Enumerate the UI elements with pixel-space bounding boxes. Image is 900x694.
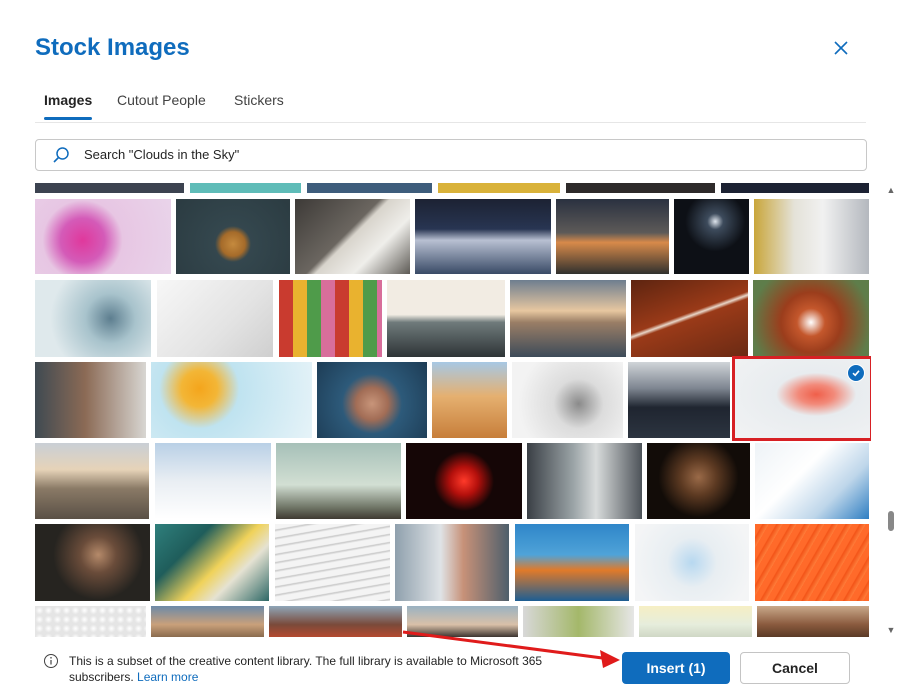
image-thumbnail[interactable] (35, 443, 149, 519)
image-thumbnail[interactable] (753, 280, 869, 357)
image-thumbnail[interactable] (35, 362, 146, 438)
image-thumbnail[interactable] (317, 362, 427, 438)
image-thumbnail-selected[interactable] (732, 356, 871, 441)
tab-cutout-people[interactable]: Cutout People (117, 90, 206, 120)
image-thumbnail[interactable] (151, 362, 312, 438)
learn-more-link[interactable]: Learn more (137, 670, 198, 684)
cancel-button[interactable]: Cancel (740, 652, 850, 684)
image-thumbnail[interactable] (157, 280, 273, 357)
close-icon (834, 41, 848, 55)
image-thumbnail[interactable] (395, 524, 509, 601)
image-thumbnail[interactable] (631, 280, 748, 357)
search-icon (52, 146, 70, 169)
image-thumbnail[interactable] (276, 443, 401, 519)
image-thumbnail[interactable] (438, 183, 560, 193)
image-thumbnail[interactable] (190, 183, 301, 193)
image-thumbnail[interactable] (406, 443, 522, 519)
image-thumbnail[interactable] (674, 199, 749, 274)
image-thumbnail[interactable] (755, 524, 869, 601)
image-thumbnail[interactable] (755, 443, 869, 519)
image-thumbnail[interactable] (628, 362, 730, 438)
image-thumbnail[interactable] (512, 362, 623, 438)
image-thumbnail[interactable] (510, 280, 626, 357)
image-thumbnail[interactable] (639, 606, 752, 637)
image-thumbnail[interactable] (155, 524, 269, 601)
image-thumbnail[interactable] (35, 280, 151, 357)
image-thumbnail[interactable] (515, 524, 629, 601)
image-thumbnail[interactable] (635, 524, 749, 601)
tab-images[interactable]: Images (44, 90, 93, 120)
image-thumbnail[interactable] (307, 183, 432, 193)
dialog-title: Stock Images (35, 34, 190, 61)
image-thumbnail[interactable] (387, 280, 505, 357)
close-button[interactable] (826, 34, 856, 62)
checkmark-icon (847, 364, 865, 382)
image-thumbnail[interactable] (566, 183, 715, 193)
image-thumbnail[interactable] (523, 606, 634, 637)
image-thumbnail[interactable] (757, 606, 869, 637)
scroll-up-icon[interactable]: ▲ (886, 185, 896, 195)
insert-button[interactable]: Insert (1) (622, 652, 730, 684)
image-thumbnail[interactable] (35, 183, 184, 193)
image-thumbnail[interactable] (407, 606, 518, 637)
image-thumbnail[interactable] (269, 606, 402, 637)
gallery-scrollbar[interactable]: ▲ ▼ (884, 183, 898, 637)
image-thumbnail[interactable] (527, 443, 642, 519)
scroll-down-icon[interactable]: ▼ (886, 625, 896, 635)
image-thumbnail[interactable] (279, 280, 382, 357)
image-thumbnail[interactable] (415, 199, 551, 274)
scroll-thumb[interactable] (888, 511, 894, 531)
image-thumbnail[interactable] (754, 199, 869, 274)
image-thumbnail[interactable] (35, 606, 146, 637)
search-placeholder: Search "Clouds in the Sky" (84, 147, 240, 162)
image-thumbnail[interactable] (151, 606, 264, 637)
image-thumbnail[interactable] (295, 199, 410, 274)
image-thumbnail[interactable] (176, 199, 290, 274)
image-thumbnail[interactable] (155, 443, 271, 519)
image-thumbnail[interactable] (432, 362, 507, 438)
tab-stickers[interactable]: Stickers (234, 90, 284, 120)
image-gallery (35, 183, 871, 637)
image-thumbnail[interactable] (721, 183, 869, 193)
image-thumbnail[interactable] (647, 443, 750, 519)
info-icon (43, 653, 59, 673)
tab-divider (35, 122, 866, 123)
image-thumbnail[interactable] (35, 199, 171, 274)
image-thumbnail[interactable] (275, 524, 390, 601)
image-thumbnail[interactable] (35, 524, 150, 601)
image-thumbnail[interactable] (556, 199, 669, 274)
search-input[interactable]: Search "Clouds in the Sky" (35, 139, 867, 171)
